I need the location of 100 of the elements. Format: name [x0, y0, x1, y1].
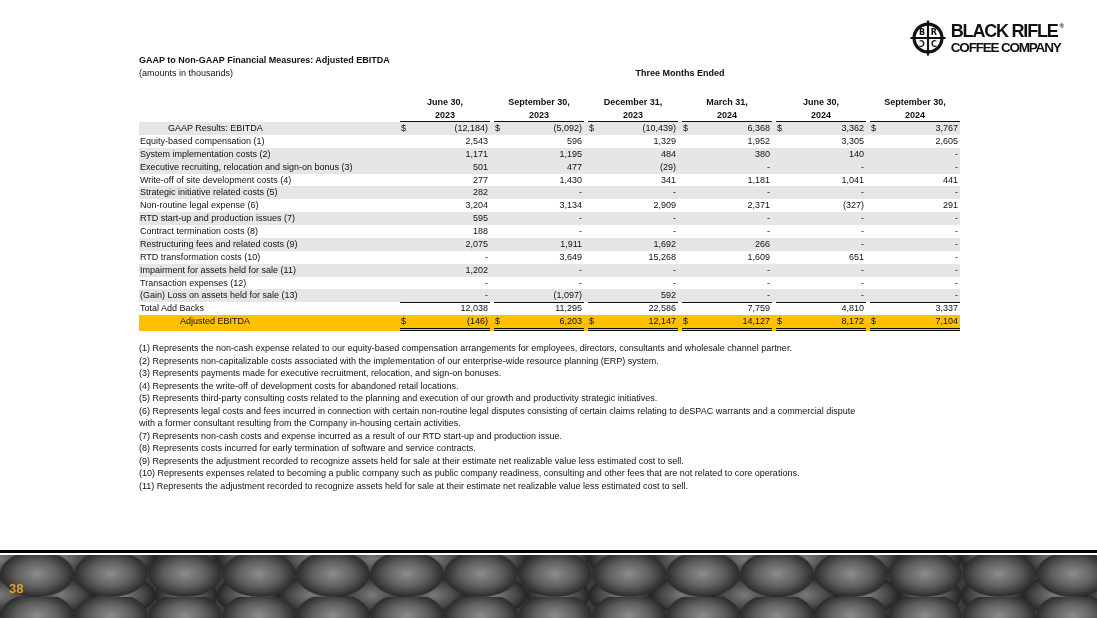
table-cell-text: -	[766, 276, 771, 290]
table-cell-text: 1,609	[746, 250, 771, 264]
table-cell-text: -	[954, 225, 959, 238]
table-cell-text: 3,204	[464, 199, 489, 213]
table-cell-text: 6,368	[746, 122, 771, 136]
table-cell-text: 3,767	[934, 122, 959, 136]
table-cell-text: 380	[753, 147, 771, 161]
row-label: Transaction expenses (12)	[139, 276, 248, 290]
table-cell-text: -	[954, 289, 959, 303]
table-cell-text: 592	[659, 289, 677, 303]
table-cell-text: -	[672, 263, 677, 277]
table-cell-text: 2,075	[464, 237, 489, 251]
brand-name: BLACK RIFLE$^{®}$	[950, 21, 1064, 40]
currency-cell: $	[870, 315, 882, 331]
currency-cell: $	[682, 315, 694, 331]
table-cell-text: 1,430	[558, 173, 583, 187]
table-cell-text: -	[954, 212, 959, 226]
table-cell-text: 3,649	[558, 250, 583, 264]
table-cell-text: 595	[471, 212, 489, 226]
table-cell-text: 1,195	[558, 147, 583, 161]
table-cell-text: (29)	[659, 160, 677, 174]
report-subtitle: (amounts in thousands)	[139, 67, 235, 80]
row-label: System implementation costs (2)	[139, 147, 272, 161]
table-cell-text: -	[954, 186, 959, 200]
table-cell-text: -	[672, 212, 677, 226]
table-cell-text: 2,371	[746, 199, 771, 213]
table-cell-text: 341	[659, 173, 677, 187]
currency-cell: $	[776, 315, 788, 331]
report-title: GAAP to Non-GAAP Financial Measures: Adjusted EBITDA	[139, 54, 390, 67]
period-heading: Three Months Ended	[634, 67, 726, 80]
table-cell-text: -	[954, 250, 959, 264]
table-cell-text: -	[766, 225, 771, 238]
table-cell-text: -	[954, 160, 959, 174]
row-label: Restructuring fees and related costs (9)	[139, 237, 299, 251]
table-cell-text: -	[954, 263, 959, 277]
table-cell-text: 15,268	[647, 250, 677, 264]
row-label: Impairment for assets held for sale (11)	[139, 263, 297, 277]
page-number: 38	[9, 582, 24, 595]
table-cell-text: 291	[941, 199, 959, 213]
currency-cell-text: $	[494, 122, 501, 136]
row-label: GAAP Results: EBITDA	[167, 122, 264, 136]
table-cell-text: 651	[847, 250, 865, 264]
table-cell-text: (10,439)	[641, 122, 677, 136]
footnote: (4) Represents the write-off of development costs for abandoned retail locations.	[139, 379, 460, 392]
table-cell-text: 140	[847, 147, 865, 161]
table-cell: 7,104	[882, 315, 960, 331]
table-cell-text: 277	[471, 173, 489, 187]
currency-cell-text: $	[776, 122, 783, 136]
table-cell-text: -	[578, 212, 583, 226]
currency-cell-text: $	[588, 122, 595, 136]
row-label: Non-routine legal expense (6)	[139, 199, 260, 213]
currency-cell: $	[494, 315, 506, 331]
footnote: (6) Represents legal costs and fees incurred in connection with certain non-routine legal disputes consisting of certain claims relating to deSPAC warrants and a commercial dispute with a former consultant resulting from the Company in-housing certain activities.	[139, 404, 857, 429]
table-cell-text: -	[484, 250, 489, 264]
table-cell-text: 1,911	[559, 237, 583, 251]
table-cell-text: -	[578, 276, 583, 290]
table-cell-text: 1,329	[652, 135, 677, 148]
footnote: (8) Represents costs incurred for early termination of software and service contracts.	[139, 442, 477, 455]
table-cell-text: -	[672, 276, 677, 290]
table-cell-text: 1,171	[464, 147, 489, 161]
footnote: (1) Represents the non-cash expense related to our equity-based compensation arrangements for employees, directors, consultants and wholesale channel partner.	[139, 341, 793, 354]
table-cell-text: -	[578, 225, 583, 238]
table-cell-text: -	[672, 225, 677, 238]
table-cell-text: 1,181	[746, 173, 771, 187]
table-cell-text: -	[860, 160, 865, 174]
table-cell-text: (12,184)	[453, 122, 489, 136]
row-label: Total Add Backs	[139, 302, 206, 316]
footnote: (9) Represents the adjustment recorded to recognize assets held for sale at their estimate net realizable value less estimated cost to sell.	[139, 454, 685, 467]
table-cell-text: 1,202	[464, 263, 489, 277]
table-cell-text: 282	[471, 186, 489, 200]
footnote: (3) Represents payments made for executive recruitment, relocation, and sign-on bonuses.	[139, 367, 503, 380]
brand-subtitle: COFFEE COMPANY	[950, 39, 1062, 55]
row-label: Write-off of site development costs (4)	[139, 173, 293, 187]
table-cell-text: (5,092)	[552, 122, 583, 136]
table-cell-text: 3,305	[840, 135, 865, 148]
table-cell-text: -	[484, 289, 489, 303]
row-label: RTD start-up and production issues (7)	[139, 212, 296, 226]
table-cell-text: 3,134	[558, 199, 583, 213]
footnote: (10) Represents expenses related to becoming a public company such as public company readiness, consulting and other fees that are not related to core operations.	[139, 467, 801, 480]
table-cell-text: 1,952	[746, 135, 771, 148]
table-cell-text: -	[484, 276, 489, 290]
table-cell: (146)	[412, 315, 490, 331]
table-cell-text: -	[860, 276, 865, 290]
currency-cell-text: $	[400, 122, 407, 136]
row-label: Strategic initiative related costs (5)	[139, 186, 279, 200]
table-cell-text: -	[954, 237, 959, 251]
table-cell-text: 1,692	[652, 237, 677, 251]
table-cell: 6,203	[506, 315, 584, 331]
table-cell-text: -	[860, 289, 865, 303]
currency-cell: $	[400, 315, 412, 331]
table-cell-text: -	[860, 186, 865, 200]
table-cell-text: -	[766, 186, 771, 200]
row-label: Executive recruiting, relocation and sign-on bonus (3)	[139, 160, 354, 174]
row-label: RTD transformation costs (10)	[139, 250, 262, 264]
table-cell-text: -	[672, 186, 677, 200]
table-cell-text: 1,041	[840, 173, 865, 187]
footnote: (5) Represents third-party consulting costs related to the planning and execution of our growth and productivity strategic initiatives.	[139, 392, 659, 405]
table-cell-text: -	[954, 276, 959, 290]
table-cell-text: (327)	[842, 199, 865, 213]
table-cell-text: 596	[565, 135, 583, 148]
